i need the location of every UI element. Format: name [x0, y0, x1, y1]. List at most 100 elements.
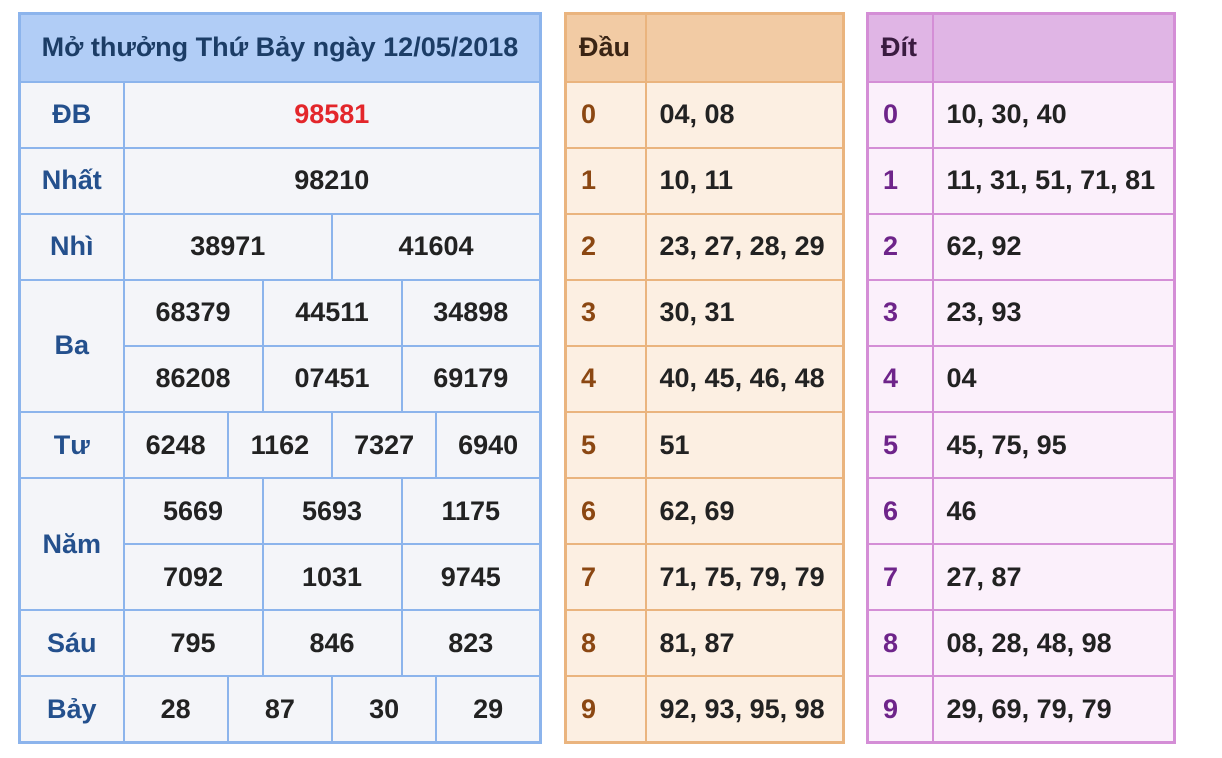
prize-value: 1031: [261, 543, 403, 612]
lottery-results-page: Mở thưởng Thứ Bảy ngày 12/05/2018 ĐB 985…: [0, 0, 1222, 758]
dau-key: 6: [564, 477, 647, 546]
dit-row: 5 45, 75, 95: [866, 410, 1176, 480]
prize-value: 98210: [122, 146, 542, 215]
dit-row: 8 08, 28, 48, 98: [866, 609, 1176, 678]
prize-row-special: ĐB 98581: [18, 80, 542, 149]
prize-value: 30: [330, 675, 438, 744]
dit-key: 5: [866, 410, 934, 480]
dit-row: 4 04: [866, 344, 1176, 413]
prize-value: 86208: [122, 344, 264, 413]
prize-label: Năm: [18, 477, 125, 612]
dit-key: 2: [866, 212, 934, 281]
prize-value: 6248: [122, 410, 229, 480]
dit-row: 6 46: [866, 477, 1176, 546]
prize-value: 7327: [330, 410, 438, 480]
dau-key: 2: [564, 212, 647, 281]
prize-value: 1162: [226, 410, 334, 480]
prize-value: 07451: [261, 344, 403, 413]
dit-row: 3 23, 93: [866, 278, 1176, 347]
prize-value: 1175: [400, 477, 542, 546]
dit-header: Đít: [866, 12, 934, 83]
dau-values: 62, 69: [644, 477, 845, 546]
prize-label: Bảy: [18, 675, 125, 744]
prize-row-second: Nhì 38971 41604: [18, 212, 542, 281]
prize-value: 846: [261, 609, 403, 678]
prize-value: 9745: [400, 543, 542, 612]
dau-row: 5 51: [564, 410, 845, 480]
dau-row: 7 71, 75, 79, 79: [564, 543, 845, 612]
prize-row-sixth: Sáu 795 846 823: [18, 609, 542, 678]
dau-values: 10, 11: [644, 146, 845, 215]
dau-key: 5: [564, 410, 647, 480]
prize-row-first: Nhất 98210: [18, 146, 542, 215]
dau-header-empty: [644, 12, 845, 83]
prize-value: 5669: [122, 477, 264, 546]
prize-value: 38971: [122, 212, 333, 281]
dau-key: 4: [564, 344, 647, 413]
prize-label: Nhất: [18, 146, 125, 215]
dit-values: 46: [931, 477, 1176, 546]
dau-values: 04, 08: [644, 80, 845, 149]
results-title: Mở thưởng Thứ Bảy ngày 12/05/2018: [18, 12, 542, 83]
dit-values: 08, 28, 48, 98: [931, 609, 1176, 678]
dit-values: 45, 75, 95: [931, 410, 1176, 480]
prize-row-third: Ba 68379 44511 34898: [18, 278, 542, 413]
prize-row-fifth: Năm 5669 5693 1175: [18, 477, 542, 612]
prize-label: Sáu: [18, 609, 125, 678]
dau-values: 30, 31: [644, 278, 845, 347]
prize-label: Ba: [18, 278, 125, 413]
dit-values: 29, 69, 79, 79: [931, 675, 1176, 744]
prize-value: 795: [122, 609, 264, 678]
prize-value: 34898: [400, 278, 542, 347]
dit-key: 9: [866, 675, 934, 744]
dit-values: 27, 87: [931, 543, 1176, 612]
dau-row: 0 04, 08: [564, 80, 845, 149]
prize-row-seventh: Bảy 28 87 30 29: [18, 675, 542, 744]
dau-row: 9 92, 93, 95, 98: [564, 675, 845, 744]
dit-row: 0 10, 30, 40: [866, 80, 1176, 149]
dit-row: 7 27, 87: [866, 543, 1176, 612]
dit-key: 6: [866, 477, 934, 546]
prize-value: 69179: [400, 344, 542, 413]
dit-row: 1 11, 31, 51, 71, 81: [866, 146, 1176, 215]
dit-key: 4: [866, 344, 934, 413]
dit-key: 0: [866, 80, 934, 149]
dit-header-empty: [931, 12, 1176, 83]
dit-table: Đít 0 10, 30, 40 1 11, 31, 51, 71, 81 2 62,…: [866, 12, 1176, 744]
dau-values: 71, 75, 79, 79: [644, 543, 845, 612]
prize-value: 44511: [261, 278, 403, 347]
dau-key: 1: [564, 146, 647, 215]
dit-values: 23, 93: [931, 278, 1176, 347]
dit-row: 9 29, 69, 79, 79: [866, 675, 1176, 744]
prize-label: Tư: [18, 410, 125, 480]
dau-row: 3 30, 31: [564, 278, 845, 347]
prize-label: ĐB: [18, 80, 125, 149]
prize-value: 7092: [122, 543, 264, 612]
prize-value: 41604: [331, 212, 542, 281]
prize-value: 5693: [261, 477, 403, 546]
dit-values: 10, 30, 40: [931, 80, 1176, 149]
prize-value: 29: [435, 675, 542, 744]
dit-key: 8: [866, 609, 934, 678]
dit-values: 11, 31, 51, 71, 81: [931, 146, 1176, 215]
special-prize-value: 98581: [122, 80, 542, 149]
prize-row-fourth: Tư 6248 1162 7327 6940: [18, 410, 542, 480]
dau-key: 0: [564, 80, 647, 149]
prize-value: 823: [400, 609, 542, 678]
prize-value: 6940: [435, 410, 542, 480]
dau-header: Đầu: [564, 12, 647, 83]
dau-values: 92, 93, 95, 98: [644, 675, 845, 744]
dau-key: 9: [564, 675, 647, 744]
prize-value: 28: [122, 675, 229, 744]
dau-key: 3: [564, 278, 647, 347]
dau-values: 81, 87: [644, 609, 845, 678]
dau-row: 6 62, 69: [564, 477, 845, 546]
dau-table: Đầu 0 04, 08 1 10, 11 2 23, 27, 28, 29 3 30,…: [564, 12, 845, 744]
dau-row: 4 40, 45, 46, 48: [564, 344, 845, 413]
dit-key: 7: [866, 543, 934, 612]
dit-key: 3: [866, 278, 934, 347]
dit-key: 1: [866, 146, 934, 215]
dau-row: 8 81, 87: [564, 609, 845, 678]
dau-row: 2 23, 27, 28, 29: [564, 212, 845, 281]
prize-value: 68379: [122, 278, 264, 347]
